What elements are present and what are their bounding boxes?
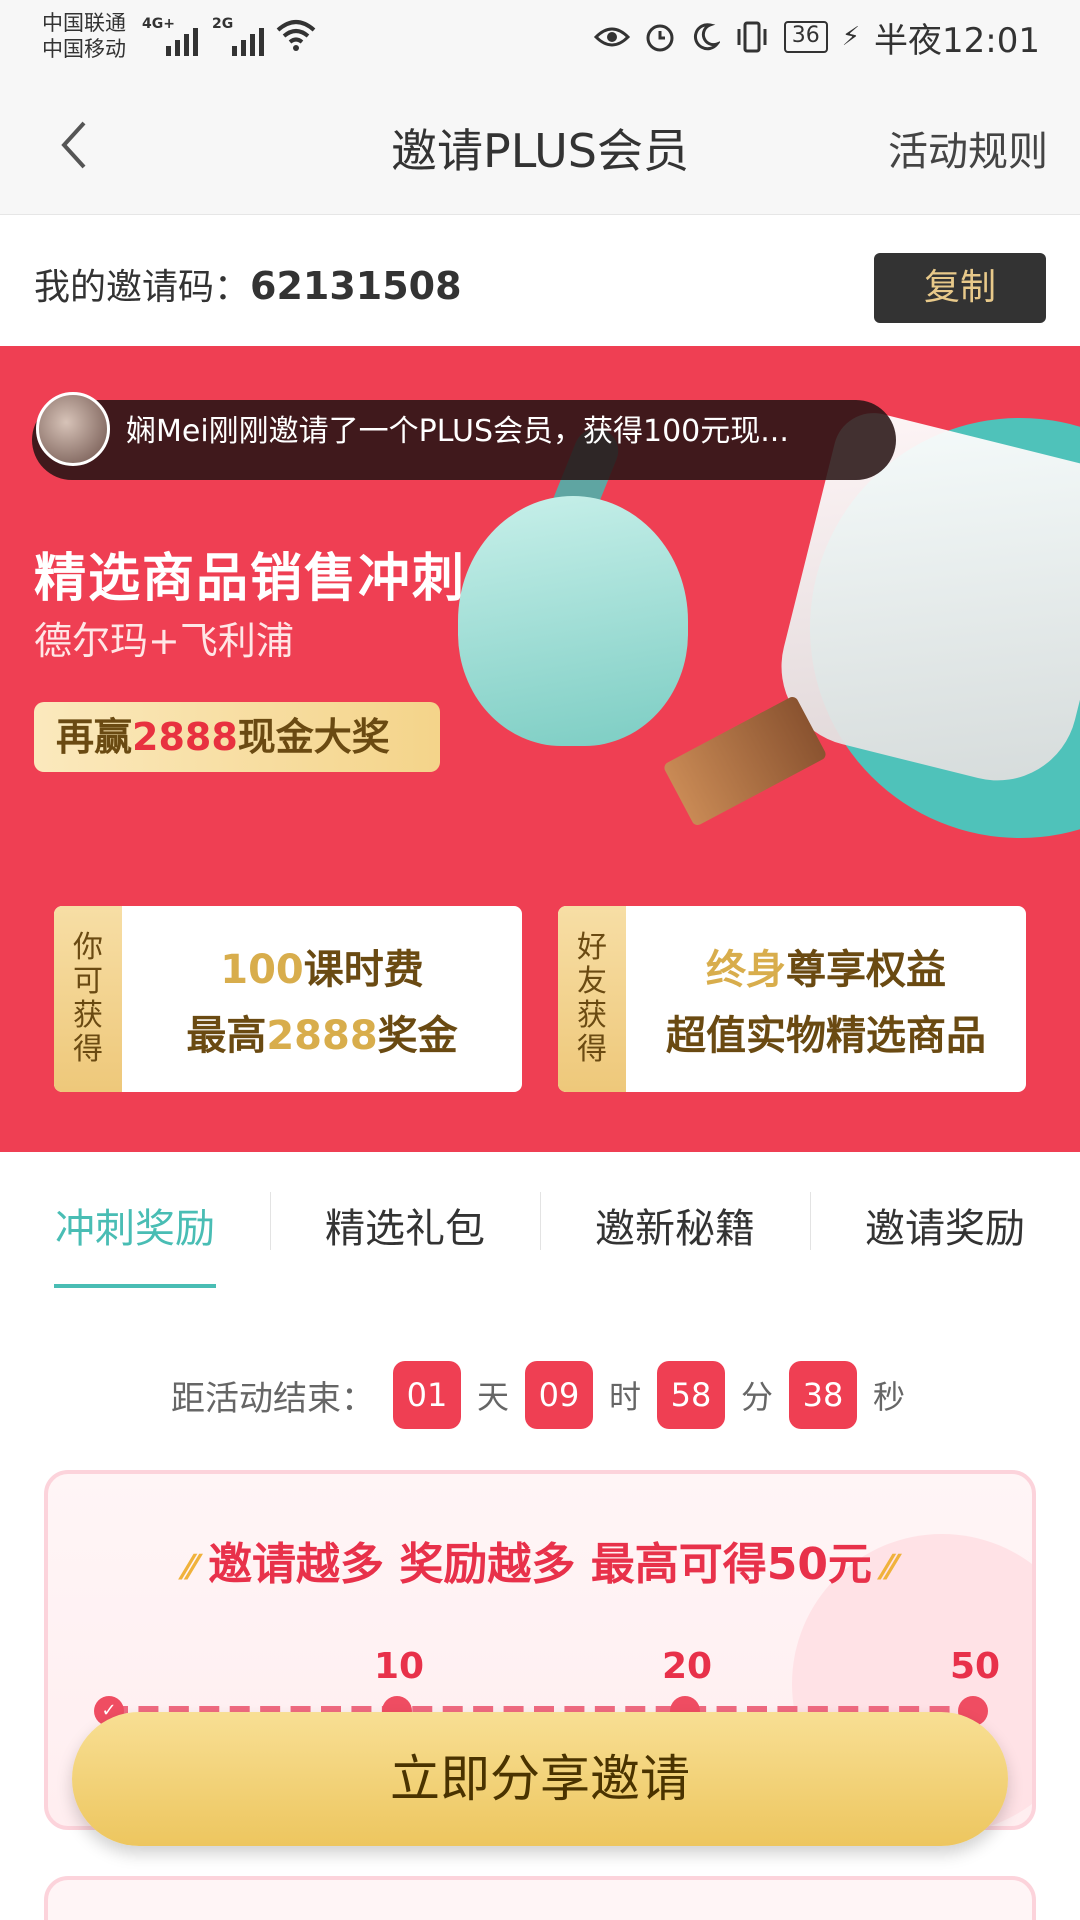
reward-card-self: 你 可 获 得 100课时费 最高2888奖金: [54, 906, 522, 1092]
countdown-days: 01: [392, 1361, 461, 1429]
page: 中国联通 中国移动 4G+ 2G 36 ⚡ 半夜12:01 邀请PLUS会员 活…: [0, 0, 1080, 1920]
card-side-label: 好 友 获 得: [558, 906, 626, 1092]
milestone-label: 10: [374, 1646, 425, 1687]
rules-link[interactable]: 活动规则: [888, 119, 1048, 177]
eye-icon: [593, 27, 630, 47]
status-bar: 中国联通 中国移动 4G+ 2G 36 ⚡ 半夜12:01: [0, 0, 1080, 75]
countdown: 距活动结束： 01 天 09 时 58 分 38 秒: [0, 1360, 1080, 1430]
promo-subtitle: 德尔玛+飞利浦: [34, 619, 294, 663]
tab-bar: 冲刺奖励 精选礼包 邀新秘籍 邀请奖励: [0, 1152, 1080, 1292]
seconds-unit: 秒: [873, 1378, 906, 1416]
vacuum-image: [458, 496, 688, 746]
tab-invite-reward[interactable]: 邀请奖励: [810, 1196, 1080, 1254]
wifi-icon: [276, 20, 316, 51]
card-line-2: 超值实物精选商品: [666, 1013, 986, 1059]
sparkle-icon: ⁄⁄: [871, 1548, 896, 1588]
invite-code-label: 我的邀请码：: [34, 267, 251, 308]
sparkle-icon: ⁄⁄: [184, 1548, 209, 1588]
invite-code-text: 我的邀请码：62131508: [34, 258, 462, 310]
vibrate-icon: [737, 21, 767, 53]
reward-title-text: 邀请越多 奖励越多 最高可得50元: [208, 1539, 872, 1590]
wood-block-image: [662, 694, 828, 828]
promo-prize-pill: 再赢2888现金大奖: [34, 702, 440, 772]
card-line-2: 最高2888奖金: [186, 1013, 458, 1059]
share-invite-button[interactable]: 立即分享邀请: [72, 1712, 1008, 1846]
invite-code-row: 我的邀请码：62131508 复制: [0, 216, 1080, 346]
reward-card-friend: 好 友 获 得 终身尊享权益 超值实物精选商品: [558, 906, 1026, 1092]
carrier-mobile: 中国移动: [42, 37, 126, 61]
carrier-labels: 中国联通 中国移动: [42, 10, 126, 62]
countdown-minutes: 58: [657, 1361, 725, 1429]
tab-sprint-reward[interactable]: 冲刺奖励: [0, 1196, 270, 1254]
next-panel: [44, 1876, 1036, 1920]
charging-icon: ⚡: [841, 22, 861, 52]
days-unit: 天: [476, 1378, 509, 1416]
active-tab-indicator: [54, 1284, 216, 1288]
card-line-1: 100课时费: [220, 947, 424, 993]
promo-banner[interactable]: 娴Mei刚刚邀请了一个PLUS会员，获得100元现... 精选商品销售冲刺 德尔…: [0, 346, 1080, 1152]
signal-icon-2: [232, 14, 264, 56]
invite-ticker: 娴Mei刚刚邀请了一个PLUS会员，获得100元现...: [32, 392, 896, 480]
minutes-unit: 分: [741, 1378, 774, 1416]
copy-button[interactable]: 复制: [874, 253, 1046, 323]
tab-gift-pack[interactable]: 精选礼包: [270, 1196, 540, 1254]
card-line-1: 终身尊享权益: [706, 947, 946, 993]
countdown-seconds: 38: [789, 1361, 858, 1429]
reward-panel-title: ⁄⁄ 邀请越多 奖励越多 最高可得50元 ⁄⁄: [48, 1528, 1032, 1592]
carrier-unicom: 中国联通: [42, 11, 126, 35]
countdown-hours: 09: [524, 1361, 593, 1429]
nav-bar: 邀请PLUS会员 活动规则: [0, 75, 1080, 215]
status-icons: 36 ⚡ 半夜12:01: [593, 14, 1040, 61]
battery-level: 36: [783, 21, 828, 53]
pill-number: 2888: [132, 715, 238, 759]
card-body: 100课时费 最高2888奖金: [122, 906, 522, 1092]
pill-suffix: 现金大奖: [237, 715, 390, 759]
milestone-label: 20: [662, 1646, 713, 1687]
hours-unit: 时: [608, 1378, 641, 1416]
clock: 半夜12:01: [874, 20, 1040, 61]
network-type-2: 2G: [212, 16, 234, 32]
pill-prefix: 再赢: [56, 715, 133, 759]
ticker-text: 娴Mei刚刚邀请了一个PLUS会员，获得100元现...: [126, 414, 789, 449]
countdown-label: 距活动结束：: [170, 1378, 375, 1419]
milestone-label: 50: [950, 1646, 1001, 1687]
invite-code-value: 62131508: [250, 264, 462, 308]
signal-icon-1: [166, 14, 198, 56]
promo-title: 精选商品销售冲刺: [34, 549, 467, 609]
avatar: [36, 392, 110, 466]
card-side-label: 你 可 获 得: [54, 906, 122, 1092]
moon-icon: [693, 23, 720, 51]
tab-invite-tips[interactable]: 邀新秘籍: [540, 1196, 810, 1254]
alarm-icon: [646, 24, 674, 52]
card-body: 终身尊享权益 超值实物精选商品: [626, 906, 1026, 1092]
